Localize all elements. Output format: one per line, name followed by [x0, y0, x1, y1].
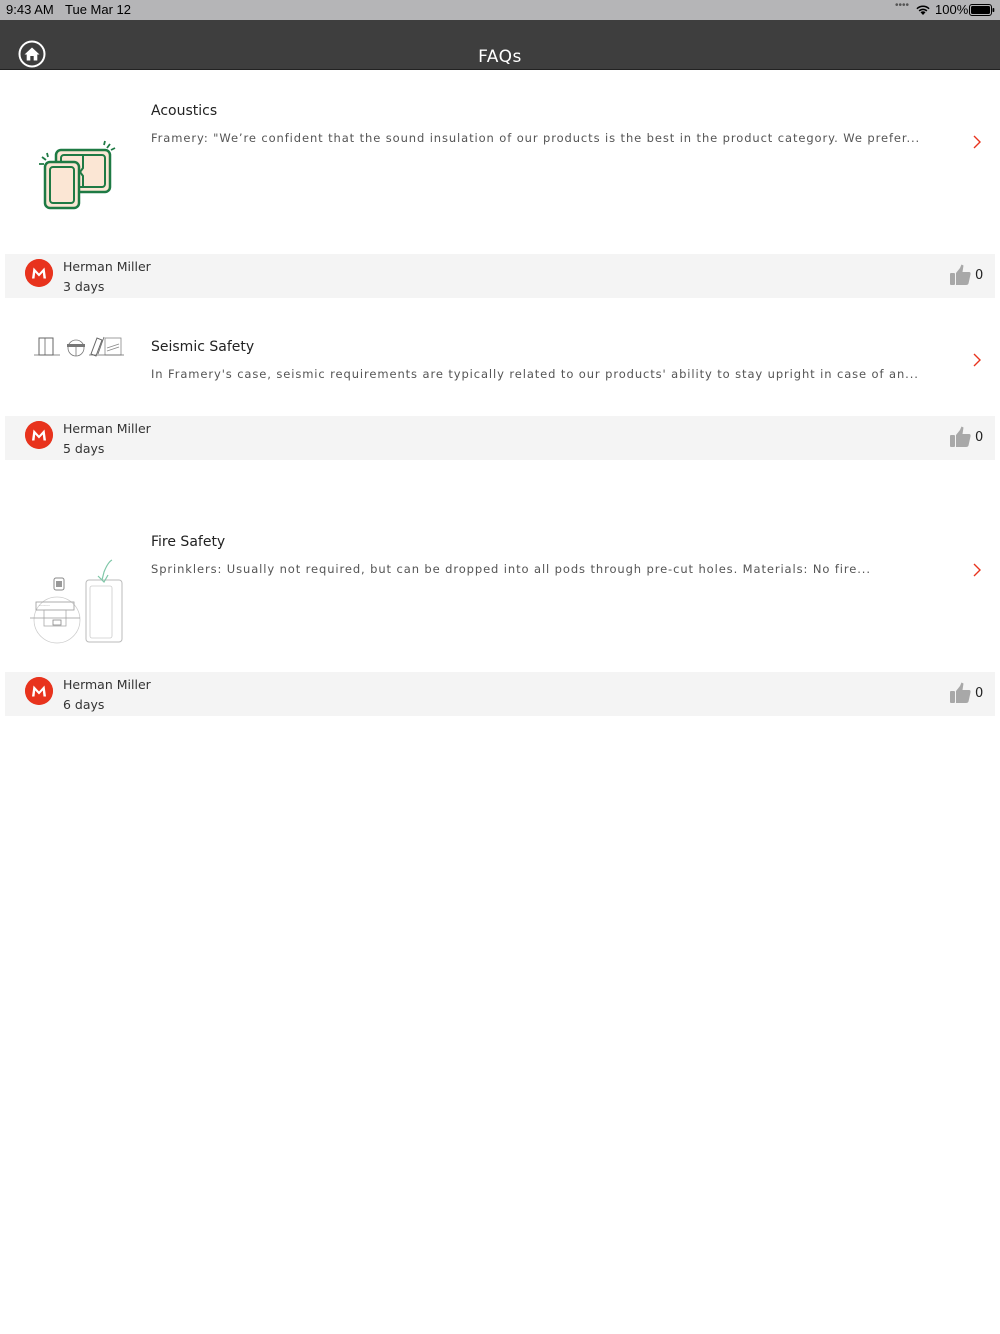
cellular-signal-icon: •••• [895, 0, 910, 11]
navigation-bar: FAQs [0, 20, 1000, 70]
thumbs-up-icon[interactable] [949, 264, 971, 286]
thumbs-up-icon[interactable] [949, 682, 971, 704]
post-age: 3 days [63, 279, 105, 294]
seismic-diagram-illustration [34, 336, 124, 357]
faq-excerpt: In Framery's case, seismic requirements … [151, 367, 919, 381]
faq-card-fire-safety[interactable]: ---------- Fire Safety Sprinklers: Usual… [0, 460, 1000, 670]
faq-excerpt: Framery: "We’re confident that the sound… [151, 131, 921, 145]
svg-text:----------: ---------- [39, 603, 50, 607]
wifi-icon [916, 5, 930, 15]
page-title: FAQs [478, 47, 522, 67]
faq-card-seismic-safety[interactable]: Seismic Safety In Framery's case, seismi… [0, 298, 1000, 414]
author-name: Herman Miller [63, 421, 151, 436]
faq-excerpt: Sprinklers: Usually not required, but ca… [151, 562, 871, 576]
chevron-right-icon [973, 563, 981, 577]
faq-item-acoustics: Acoustics Framery: "We’re confident that… [0, 70, 1000, 298]
faq-meta-row: Herman Miller 5 days 0 [5, 416, 995, 460]
author-avatar [25, 259, 53, 287]
author-name: Herman Miller [63, 259, 151, 274]
status-bar: 9:43 AM Tue Mar 12 •••• 100% [0, 0, 1000, 20]
like-count: 0 [975, 686, 984, 701]
chevron-right-icon [973, 353, 981, 367]
faq-title: Fire Safety [151, 534, 226, 550]
like-count: 0 [975, 430, 984, 445]
like-count: 0 [975, 268, 984, 283]
status-date: Tue Mar 12 [65, 2, 131, 17]
faq-meta-row: Herman Miller 3 days 0 [5, 254, 995, 298]
author-avatar [25, 677, 53, 705]
faq-item-seismic-safety: Seismic Safety In Framery's case, seismi… [0, 298, 1000, 460]
post-age: 6 days [63, 697, 105, 712]
faq-title: Seismic Safety [151, 339, 255, 355]
faq-card-acoustics[interactable]: Acoustics Framery: "We’re confident that… [0, 70, 1000, 252]
battery-percentage: 100% [935, 2, 969, 17]
faq-title: Acoustics [151, 103, 218, 119]
status-time: 9:43 AM [6, 2, 54, 17]
faq-item-fire-safety: ---------- Fire Safety Sprinklers: Usual… [0, 460, 1000, 716]
chevron-right-icon [973, 135, 981, 149]
author-avatar [25, 421, 53, 449]
author-name: Herman Miller [63, 677, 151, 692]
sprinkler-diagram-illustration: ---------- [30, 559, 123, 644]
faq-meta-row: Herman Miller 6 days 0 [5, 672, 995, 716]
battery-icon [969, 4, 995, 16]
thumbs-up-icon[interactable] [949, 426, 971, 448]
post-age: 5 days [63, 441, 105, 456]
acoustic-panel-illustration [39, 140, 116, 210]
